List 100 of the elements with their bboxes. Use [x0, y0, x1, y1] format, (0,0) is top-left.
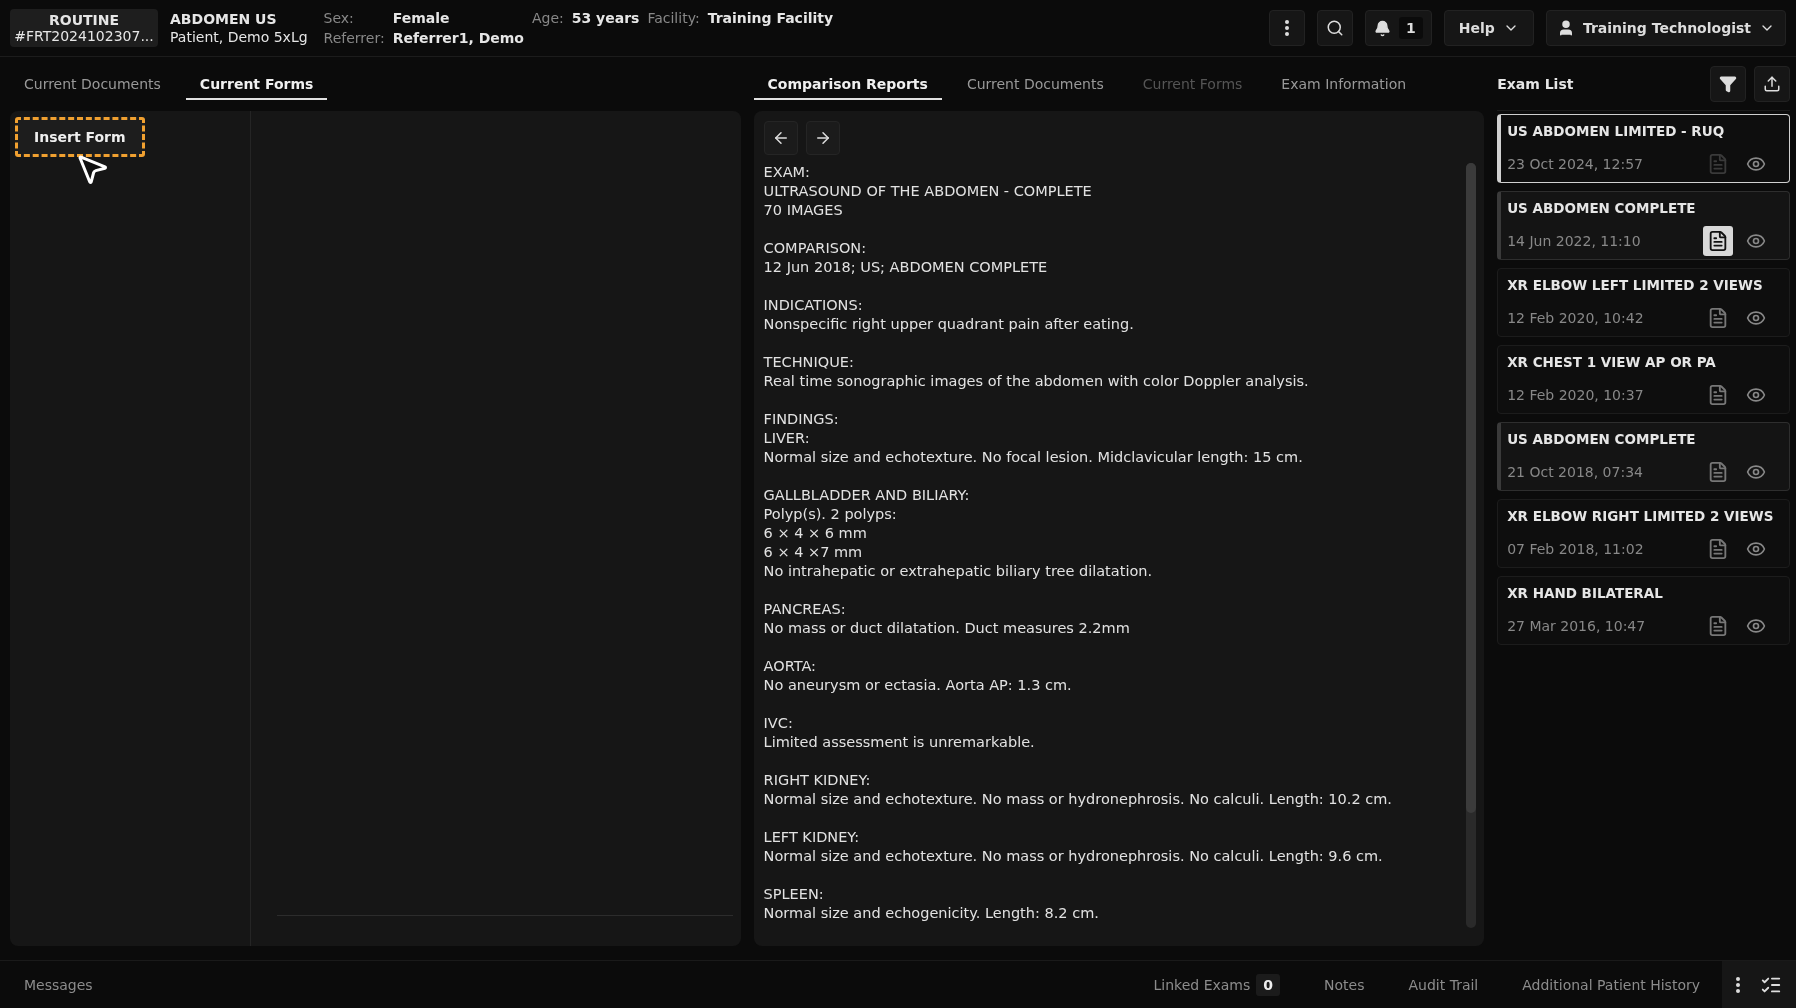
filter-icon — [1719, 74, 1737, 93]
back-button[interactable] — [763, 121, 798, 155]
report-line: 12 Jun 2018; US; ABDOMEN COMPLETE — [763, 258, 1049, 277]
report-line: Real time sonographic images of the abdomen with color Doppler analysis. — [763, 372, 1310, 391]
report-heading: LEFT KIDNEY: — [763, 828, 861, 847]
exam-name: US ABDOMEN COMPLETE — [1507, 200, 1697, 218]
footer-link[interactable]: Notes — [1324, 976, 1365, 993]
exam-date: 21 Oct 2018, 07:34 — [1507, 463, 1644, 480]
forward-button[interactable] — [805, 121, 840, 155]
notifications-button[interactable]: 1 — [1365, 10, 1432, 46]
search-icon — [1326, 19, 1345, 37]
upload-button[interactable] — [1754, 65, 1790, 102]
report-line: 6 × 4 ×7 mm — [763, 543, 864, 562]
user-menu-button[interactable]: Training Technologist — [1545, 10, 1786, 46]
exam-name: US ABDOMEN LIMITED - RUQ — [1507, 123, 1726, 141]
exam-card[interactable]: XR ELBOW RIGHT LIMITED 2 VIEWS 07 Feb 2018, 11:02 — [1497, 499, 1790, 568]
exam-date: 12 Feb 2020, 10:42 — [1507, 309, 1645, 326]
report-heading: SPLEEN: — [763, 885, 825, 904]
insert-form-button[interactable]: Insert Form — [15, 117, 145, 157]
exam-date: 23 Oct 2024, 12:57 — [1507, 155, 1644, 172]
field-label: Referrer: — [323, 30, 385, 46]
report-line: LIVER: — [763, 429, 811, 448]
exam-title: ABDOMEN US — [170, 11, 278, 27]
report-heading: TECHNIQUE: — [763, 353, 855, 372]
exam-card[interactable]: US ABDOMEN COMPLETE 14 Jun 2022, 11:10 — [1497, 191, 1790, 260]
priority-label: ROUTINE — [48, 12, 120, 28]
document-icon — [1707, 306, 1729, 329]
field-value: 53 years — [571, 10, 640, 26]
tab[interactable]: Current Documents — [952, 68, 1118, 100]
report-heading: AORTA: — [763, 657, 817, 676]
report-line: Normal size and echotexture. No focal lesion. Midclavicular length: 15 cm. — [763, 448, 1304, 467]
accession-number: #FRT2024102307... — [14, 28, 154, 44]
exam-date: 07 Feb 2018, 11:02 — [1507, 540, 1645, 557]
kebab-icon — [1285, 20, 1290, 36]
exam-name: US ABDOMEN COMPLETE — [1507, 431, 1697, 449]
report-heading: EXAM: — [763, 163, 811, 182]
tab[interactable]: Current Documents — [10, 68, 175, 100]
exam-card[interactable]: XR ELBOW LEFT LIMITED 2 VIEWS 12 Feb 2020, 10:42 — [1497, 268, 1790, 337]
document-icon — [1707, 383, 1729, 406]
exam-name: XR CHEST 1 VIEW AP OR PA — [1507, 354, 1717, 372]
help-button[interactable]: Help — [1443, 10, 1534, 46]
document-icon — [1707, 229, 1729, 252]
report-line: 70 IMAGES — [763, 201, 844, 220]
report-line: No intrahepatic or extrahepatic biliary tree dilatation. — [763, 562, 1154, 581]
scrollbar[interactable] — [1466, 163, 1477, 928]
field-value: Female — [392, 10, 451, 26]
report-line: Normal size and echogenicity. Length: 8.2 cm. — [763, 904, 1100, 923]
report-line: No aneurysm or ectasia. Aorta AP: 1.3 cm. — [763, 676, 1073, 695]
field-value: Referrer1, Demo — [392, 30, 524, 46]
exam-date: 14 Jun 2022, 11:10 — [1507, 232, 1642, 249]
report-line: Normal size and echotexture. No mass or hydronephrosis. No calculi. Length: 9.6 cm. — [763, 847, 1384, 866]
exam-card[interactable]: XR CHEST 1 VIEW AP OR PA 12 Feb 2020, 10:37 — [1497, 345, 1790, 414]
report-line: 6 × 4 × 6 mm — [763, 524, 868, 543]
notification-count: 1 — [1399, 17, 1423, 39]
document-icon — [1707, 152, 1729, 175]
exam-name: XR ELBOW RIGHT LIMITED 2 VIEWS — [1507, 508, 1775, 526]
tab[interactable]: Current Forms — [185, 68, 328, 100]
report-heading: PANCREAS: — [763, 600, 847, 619]
report-line: Limited assessment is unremarkable. — [763, 733, 1036, 752]
exam-date: 12 Feb 2020, 10:37 — [1507, 386, 1645, 403]
report-heading: INDICATIONS: — [763, 296, 864, 315]
report-heading: IVC: — [763, 714, 794, 733]
report-heading: RIGHT KIDNEY: — [763, 771, 872, 790]
report-line: No mass or duct dilatation. Duct measures 2.2mm — [763, 619, 1131, 638]
report-line: Normal size and echotexture. No mass or hydronephrosis. No calculi. Length: 10.2 cm. — [763, 790, 1393, 809]
exam-name: XR ELBOW LEFT LIMITED 2 VIEWS — [1507, 277, 1764, 295]
exam-list-title: Exam List — [1497, 75, 1575, 92]
exam-date: 27 Mar 2016, 10:47 — [1507, 617, 1647, 634]
document-icon — [1707, 460, 1729, 483]
messages-link[interactable]: Messages — [24, 976, 93, 993]
exam-name: XR HAND BILATERAL — [1507, 585, 1664, 603]
linked-exams-link[interactable]: Linked Exams 0 — [1153, 973, 1281, 996]
exam-card[interactable]: XR HAND BILATERAL 27 Mar 2016, 10:47 — [1497, 576, 1790, 645]
linked-exams-label: Linked Exams — [1153, 976, 1251, 993]
patient-name: Patient, Demo 5xLg — [170, 29, 308, 45]
bell-icon — [1374, 19, 1392, 37]
report-line: Polyp(s). 2 polyps: — [763, 505, 898, 524]
report-heading: FINDINGS: — [763, 410, 840, 429]
footer-link[interactable]: Audit Trail — [1408, 976, 1479, 993]
report-line: Nonspecific right upper quadrant pain after eating. — [763, 315, 1135, 334]
filter-button[interactable] — [1710, 65, 1746, 102]
field-value: Training Facility — [707, 10, 834, 26]
document-icon — [1707, 614, 1729, 637]
field-label: Sex: — [323, 10, 355, 26]
kebab-icon[interactable] — [1736, 976, 1740, 993]
more-menu-button[interactable] — [1269, 10, 1306, 46]
upload-icon — [1763, 74, 1781, 93]
footer-link[interactable]: Additional Patient History — [1522, 976, 1700, 993]
tab[interactable]: Exam Information — [1267, 68, 1421, 100]
document-icon — [1707, 537, 1729, 560]
linked-exams-count: 0 — [1256, 973, 1281, 996]
report-heading: COMPARISON: — [763, 239, 868, 258]
tab[interactable]: Comparison Reports — [753, 68, 942, 100]
report-button[interactable] — [1703, 225, 1733, 256]
exam-card[interactable]: US ABDOMEN LIMITED - RUQ 23 Oct 2024, 12:57 — [1497, 114, 1790, 183]
report-line: ULTRASOUND OF THE ABDOMEN - COMPLETE — [763, 182, 1093, 201]
field-label: Age: — [531, 10, 564, 26]
search-button[interactable] — [1317, 10, 1354, 46]
field-label: Facility: — [647, 10, 700, 26]
exam-card[interactable]: US ABDOMEN COMPLETE 21 Oct 2018, 07:34 — [1497, 422, 1790, 491]
